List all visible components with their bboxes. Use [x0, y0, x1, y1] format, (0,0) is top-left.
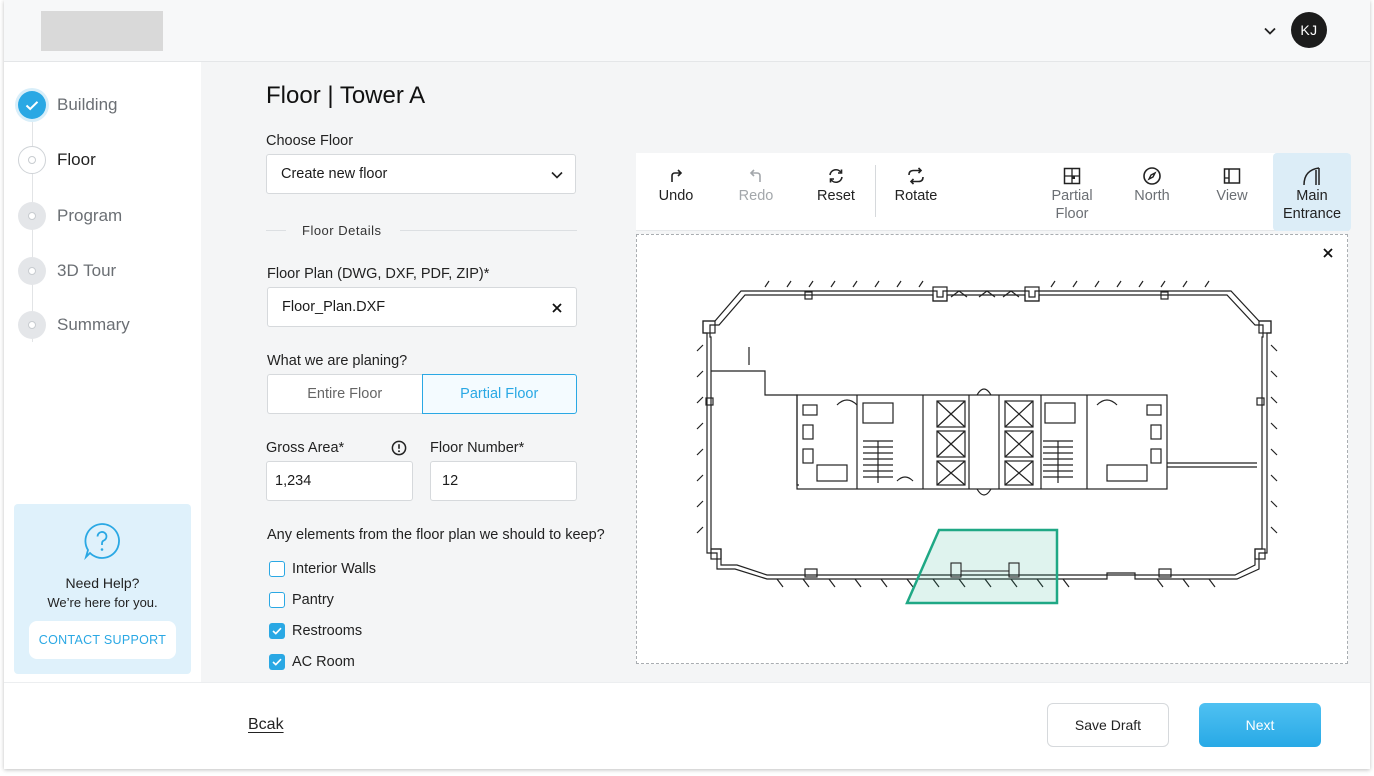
checkbox-label: Interior Walls	[292, 561, 377, 577]
info-icon[interactable]	[391, 440, 407, 461]
step-summary[interactable]: Summary	[18, 310, 130, 340]
rotate-label: Rotate	[894, 188, 938, 204]
page-title: Floor | Tower A	[266, 82, 426, 109]
reset-button[interactable]: Reset	[804, 153, 868, 231]
floor-plan-drawing	[696, 280, 1278, 605]
floor-plan-file-field[interactable]: Floor_Plan.DXF	[267, 287, 577, 327]
planning-toggle: Entire Floor Partial Floor	[267, 374, 577, 414]
floor-number-label: Floor Number*	[430, 440, 525, 456]
floor-plan-filename: Floor_Plan.DXF	[282, 299, 386, 315]
checkbox-label: Restrooms	[292, 623, 363, 639]
gross-area-label: Gross Area*	[266, 440, 345, 456]
footer-bar: Bcak Save Draft Next	[4, 682, 1370, 769]
step-label: 3D Tour	[57, 261, 117, 280]
plan-toolbar: Undo Redo Reset Rotate Partial Floor Nor…	[636, 153, 1351, 231]
reset-icon	[827, 165, 845, 187]
reset-label: Reset	[817, 188, 855, 204]
user-avatar[interactable]: KJ	[1291, 12, 1327, 48]
save-draft-button[interactable]: Save Draft	[1047, 703, 1169, 747]
step-pending-indicator	[18, 202, 46, 230]
choose-floor-label: Choose Floor	[266, 133, 354, 149]
undo-button[interactable]: Undo	[644, 153, 708, 231]
partial-floor-icon	[1063, 165, 1081, 187]
undo-label: Undo	[658, 188, 694, 204]
sidebar: Building Floor Program 3D Tour Summary N…	[4, 62, 201, 682]
partial-floor-tool[interactable]: Partial Floor	[1040, 153, 1104, 231]
contact-support-button[interactable]: CONTACT SUPPORT	[29, 621, 176, 659]
checkbox-unchecked-icon	[269, 592, 285, 608]
step-pending-indicator	[18, 257, 46, 285]
compass-icon	[1142, 165, 1162, 187]
floor-plan-canvas[interactable]	[636, 234, 1348, 664]
step-label: Summary	[57, 315, 130, 334]
north-label: North	[1134, 188, 1170, 204]
keep-elements-question: Any elements from the floor plan we shou…	[267, 527, 605, 543]
partial-floor-label-line2: Floor	[1055, 206, 1089, 222]
check-icon	[18, 91, 46, 119]
toolbar-separator	[875, 165, 876, 217]
door-icon	[1302, 165, 1322, 187]
redo-icon	[748, 165, 764, 187]
help-subtitle: We’re here for you.	[47, 595, 158, 610]
checkbox-ac-room[interactable]: AC Room	[269, 654, 355, 670]
partial-floor-selection[interactable]	[905, 528, 1059, 605]
checkbox-label: AC Room	[292, 654, 355, 670]
redo-label: Redo	[738, 188, 774, 204]
partial-floor-option[interactable]: Partial Floor	[421, 374, 577, 414]
checkbox-pantry[interactable]: Pantry	[269, 592, 334, 608]
app-window: KJ Building Floor Program 3D Tour Summar…	[4, 0, 1370, 769]
account-menu-chevron-icon[interactable]	[1259, 20, 1281, 42]
step-3d-tour[interactable]: 3D Tour	[18, 256, 116, 286]
step-program[interactable]: Program	[18, 201, 122, 231]
help-card: Need Help? We’re here for you. CONTACT S…	[14, 504, 191, 674]
help-title: Need Help?	[65, 575, 140, 591]
gross-area-input[interactable]: 1,234	[266, 461, 413, 501]
partial-floor-label-line1: Partial	[1051, 188, 1093, 204]
choose-floor-select[interactable]: Create new floor	[266, 154, 576, 194]
view-icon	[1223, 165, 1241, 187]
redo-button[interactable]: Redo	[724, 153, 788, 231]
step-pending-indicator	[18, 311, 46, 339]
main-entrance-tool[interactable]: Main Entrance	[1273, 153, 1351, 231]
floor-number-input[interactable]: 12	[430, 461, 577, 501]
next-button[interactable]: Next	[1199, 703, 1321, 747]
checkbox-checked-icon	[269, 623, 285, 639]
chevron-down-icon	[551, 167, 563, 183]
logo-placeholder	[41, 11, 163, 51]
north-tool[interactable]: North	[1120, 153, 1184, 231]
back-link[interactable]: Bcak	[248, 716, 284, 734]
main-entrance-label-line2: Entrance	[1282, 206, 1342, 222]
question-chat-icon	[83, 522, 121, 565]
checkbox-label: Pantry	[292, 592, 334, 608]
divider-left	[266, 230, 286, 231]
floor-details-heading: Floor Details	[302, 223, 382, 238]
checkbox-checked-icon	[269, 654, 285, 670]
remove-file-icon[interactable]	[552, 298, 562, 318]
rotate-icon	[906, 165, 926, 187]
checkbox-interior-walls[interactable]: Interior Walls	[269, 561, 376, 577]
rotate-button[interactable]: Rotate	[884, 153, 948, 231]
step-label: Program	[57, 206, 123, 225]
undo-icon	[668, 165, 684, 187]
step-building[interactable]: Building	[18, 90, 118, 120]
checkbox-restrooms[interactable]: Restrooms	[269, 623, 362, 639]
step-current-indicator	[18, 146, 46, 174]
divider-right	[400, 230, 577, 231]
view-tool[interactable]: View	[1200, 153, 1264, 231]
floor-plan-label: Floor Plan (DWG, DXF, PDF, ZIP)*	[267, 266, 490, 282]
top-header: KJ	[4, 0, 1370, 62]
step-label: Floor	[57, 150, 96, 169]
planning-label: What we are planing?	[267, 353, 408, 369]
view-label: View	[1216, 188, 1248, 204]
step-label: Building	[57, 95, 118, 114]
checkbox-unchecked-icon	[269, 561, 285, 577]
main-entrance-label-line1: Main	[1296, 188, 1328, 204]
choose-floor-value: Create new floor	[281, 166, 388, 182]
entire-floor-option[interactable]: Entire Floor	[267, 374, 422, 414]
step-floor[interactable]: Floor	[18, 145, 96, 175]
